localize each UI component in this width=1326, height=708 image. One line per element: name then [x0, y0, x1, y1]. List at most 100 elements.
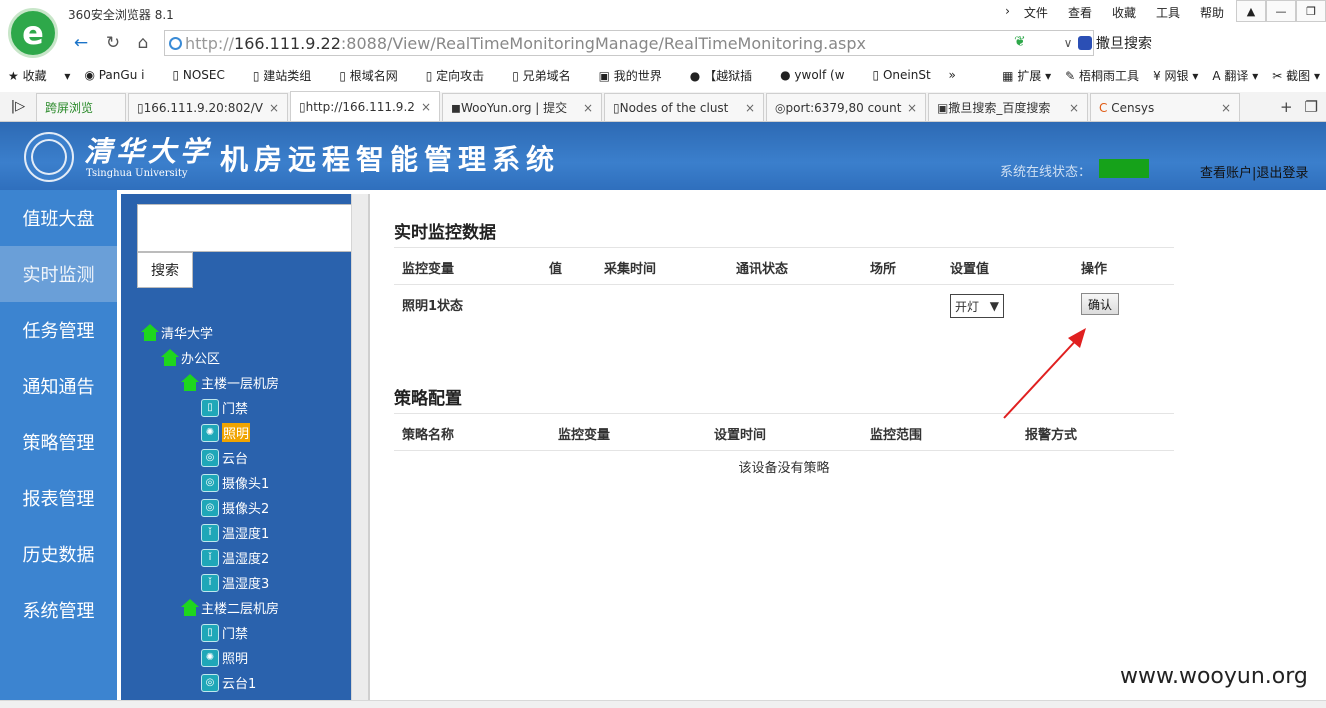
url-input[interactable]: http://166.111.9.22:8088/View/RealTimeMo…	[164, 30, 1094, 56]
tree-node[interactable]: ◎ 摄像头1	[141, 470, 279, 495]
tree-node[interactable]: ǐ 温湿度1	[141, 520, 279, 545]
bookmark-9[interactable]: ● ywolf (w	[780, 68, 858, 82]
tree-node[interactable]: 主楼二层机房	[141, 595, 279, 620]
menu-favorites[interactable]: 收藏	[1102, 4, 1146, 21]
tab-4[interactable]: ▯ Nodes of the clust ×	[604, 93, 764, 121]
bookmark-6[interactable]: ▯ 兄弟域名	[512, 67, 584, 84]
menu-file[interactable]: 文件	[1014, 4, 1058, 21]
setting-select[interactable]: 开灯 ▼	[950, 294, 1004, 318]
bookmark-7[interactable]: ▣ 我的世界	[599, 67, 676, 84]
close-icon[interactable]: ×	[1217, 101, 1231, 115]
web-page: 清华大学 Tsinghua University 机房远程智能管理系统 系统在线…	[0, 122, 1326, 708]
status-bar	[0, 700, 1326, 708]
row-variable: 照明1状态	[402, 299, 464, 314]
sidebar-toggle-icon[interactable]: |▷	[0, 93, 36, 121]
col-place: 场所	[870, 262, 897, 277]
tab-3[interactable]: ◼ WooYun.org | 提交 ×	[442, 93, 602, 121]
tree-node[interactable]: 主楼一层机房	[141, 370, 279, 395]
bookmark-3[interactable]: ▯ 建站类组	[253, 67, 325, 84]
bookmark-2[interactable]: ▯ NOSEC	[172, 68, 238, 82]
back-arrow-icon[interactable]: ←	[70, 32, 92, 54]
bookmark-4[interactable]: ▯ 根域名网	[339, 67, 411, 84]
tool-translate[interactable]: A 翻译 ▾	[1212, 67, 1258, 84]
tree-search-button[interactable]: 搜索	[137, 252, 193, 288]
search-engine-box[interactable]: ∨ 撒旦搜索	[1058, 30, 1326, 56]
search-engine-name: 撒旦搜索	[1096, 36, 1152, 52]
tree-node[interactable]: ✺ 照明	[141, 645, 279, 670]
view-account-link[interactable]: 查看账户	[1200, 166, 1252, 181]
new-tab-icon[interactable]: +	[1280, 98, 1293, 116]
tree-node[interactable]: 清华大学	[141, 320, 279, 345]
refresh-icon[interactable]: ↻	[102, 32, 124, 54]
leaf-icon[interactable]: ❦	[1014, 34, 1026, 50]
sidebar-item-realtime-monitoring[interactable]: 实时监测	[0, 246, 117, 302]
tool-screenshot[interactable]: ✂ 截图 ▾	[1272, 67, 1320, 84]
tab-6[interactable]: ▣ 撒旦搜索_百度搜索 ×	[928, 93, 1088, 121]
close-icon[interactable]: ×	[265, 101, 279, 115]
tab-0[interactable]: 跨屏浏览	[36, 93, 126, 121]
tree-search-input[interactable]	[137, 204, 364, 252]
sidebar-item-notices[interactable]: 通知通告	[0, 358, 117, 414]
close-icon[interactable]: ×	[741, 101, 755, 115]
tree-node[interactable]: ◎ 云台1	[141, 670, 279, 695]
tree-node[interactable]: ◎ 摄像头2	[141, 495, 279, 520]
house-icon	[141, 324, 159, 341]
col-strategy-variable: 监控变量	[558, 428, 611, 443]
sidebar-item-system[interactable]: 系统管理	[0, 582, 117, 638]
tab-2[interactable]: ▯ http://166.111.9.2 ×	[290, 91, 440, 121]
tree-node[interactable]: ǐ 温湿度2	[141, 545, 279, 570]
sidebar-item-strategy-management[interactable]: 策略管理	[0, 414, 117, 470]
close-icon[interactable]: ×	[417, 100, 431, 114]
col-value: 值	[549, 262, 563, 277]
sidebar-item-duty-dashboard[interactable]: 值班大盘	[0, 190, 117, 246]
tree-node-selected[interactable]: ✺ 照明	[141, 420, 279, 445]
tree-node[interactable]: ◎ 云台	[141, 445, 279, 470]
shirt-icon[interactable]: ▲	[1236, 0, 1266, 22]
menu-view[interactable]: 查看	[1058, 4, 1102, 21]
home-icon[interactable]: ⌂	[132, 32, 154, 54]
tab-list-icon[interactable]: ❐	[1305, 98, 1318, 116]
device-tree-panel: 搜索 清华大学 办公区 主楼一层机房 ▯ 门禁 ✺ 照明 ◎ 云台 ◎ 摄像头1 ◎ 摄像…	[121, 194, 370, 708]
close-icon[interactable]: ×	[579, 101, 593, 115]
minimize-button[interactable]: —	[1266, 0, 1296, 22]
chevron-down-icon: ▼	[989, 299, 999, 313]
tree-scrollbar[interactable]	[351, 194, 368, 708]
paw-icon	[1078, 36, 1092, 50]
strategy-empty-message: 该设备没有策略	[738, 461, 830, 476]
tab-5[interactable]: ◎ port:6379,80 count ×	[766, 93, 926, 121]
restore-button[interactable]: ❐	[1296, 0, 1326, 22]
col-setting: 设置值	[950, 262, 990, 277]
logout-link[interactable]: 退出登录	[1256, 166, 1308, 181]
menu-help[interactable]: 帮助	[1190, 4, 1234, 21]
bookmark-0[interactable]: ★ 收藏 ▾	[8, 67, 70, 84]
window-controls: ▲ — ❐	[1236, 0, 1326, 22]
close-icon[interactable]: ×	[903, 101, 917, 115]
watermark-text: www.wooyun.org	[1120, 664, 1308, 689]
url-path: :8088/View/RealTimeMonitoringManage/Real…	[340, 33, 866, 53]
close-icon[interactable]: ×	[1065, 101, 1079, 115]
confirm-button[interactable]: 确认	[1081, 293, 1119, 315]
col-strategy-name: 策略名称	[402, 428, 455, 443]
tool-wutongyu[interactable]: ✎ 梧桐雨工具	[1065, 67, 1139, 84]
sidebar-item-reports[interactable]: 报表管理	[0, 470, 117, 526]
tree-node[interactable]: ▯ 门禁	[141, 395, 279, 420]
tab-7[interactable]: C Censys ×	[1090, 93, 1240, 121]
sidebar-item-task-management[interactable]: 任务管理	[0, 302, 117, 358]
col-strategy-alarm: 报警方式	[1025, 428, 1078, 443]
tree-node[interactable]: 办公区	[141, 345, 279, 370]
tab-1[interactable]: ▯ 166.111.9.20:802/V ×	[128, 93, 288, 121]
chevron-right-icon[interactable]: ›	[1001, 4, 1014, 21]
tree-node[interactable]: ▯ 门禁	[141, 620, 279, 645]
chevron-down-icon[interactable]: ∨	[1058, 36, 1078, 50]
sidebar-item-history[interactable]: 历史数据	[0, 526, 117, 582]
tool-extensions[interactable]: ▦ 扩展 ▾	[1002, 67, 1051, 84]
university-name-cn: 清华大学	[84, 135, 213, 168]
bookmark-10[interactable]: ▯ OneinSt »	[873, 68, 956, 82]
door-icon: ▯	[201, 623, 219, 642]
menu-tools[interactable]: 工具	[1146, 4, 1190, 21]
bookmark-1[interactable]: ◉ PanGu i	[84, 68, 158, 82]
tool-bank[interactable]: ¥ 网银 ▾	[1153, 67, 1198, 84]
bookmark-5[interactable]: ▯ 定向攻击	[426, 67, 498, 84]
bookmark-8[interactable]: ● 【越狱插	[690, 67, 766, 84]
tree-node[interactable]: ǐ 温湿度3	[141, 570, 279, 595]
